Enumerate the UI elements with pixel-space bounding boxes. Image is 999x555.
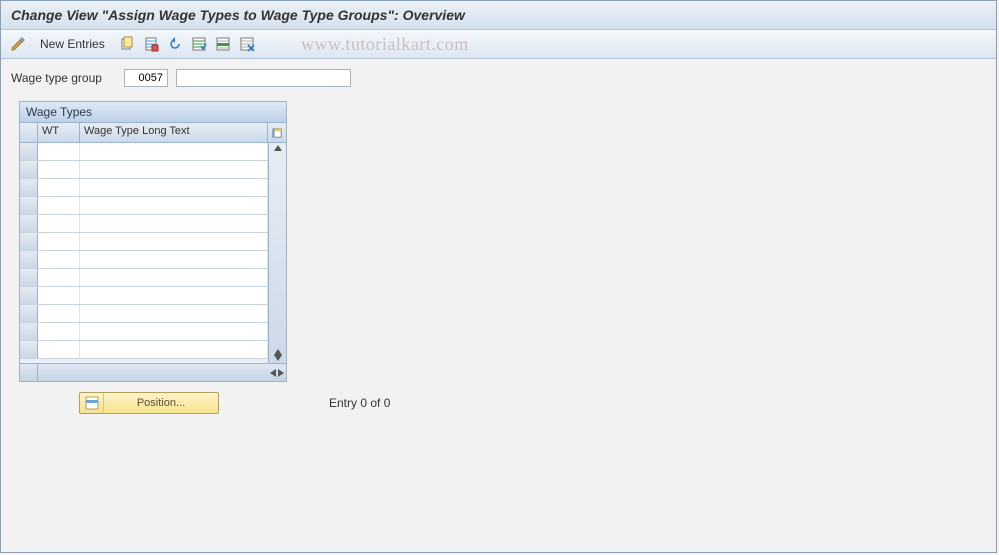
delete-icon[interactable] bbox=[140, 34, 162, 54]
cell-wt[interactable] bbox=[38, 287, 80, 304]
column-header-wt[interactable]: WT bbox=[38, 123, 80, 142]
wage-type-group-description[interactable] bbox=[176, 69, 351, 87]
table-row[interactable] bbox=[20, 215, 268, 233]
cell-wt[interactable] bbox=[38, 197, 80, 214]
cell-long-text[interactable] bbox=[80, 179, 268, 196]
cell-wt[interactable] bbox=[38, 305, 80, 322]
row-selector[interactable] bbox=[20, 305, 38, 322]
scroll-up-icon[interactable] bbox=[274, 145, 282, 151]
row-selector[interactable] bbox=[20, 179, 38, 196]
cell-wt[interactable] bbox=[38, 215, 80, 232]
table-row[interactable] bbox=[20, 143, 268, 161]
cell-long-text[interactable] bbox=[80, 233, 268, 250]
select-block-icon[interactable] bbox=[212, 34, 234, 54]
table-row[interactable] bbox=[20, 233, 268, 251]
table-row[interactable] bbox=[20, 323, 268, 341]
scroll-down-icon[interactable] bbox=[274, 355, 282, 361]
row-selector[interactable] bbox=[20, 197, 38, 214]
select-all-column[interactable] bbox=[20, 123, 38, 142]
position-icon bbox=[80, 393, 104, 413]
cell-long-text[interactable] bbox=[80, 143, 268, 160]
scroll-left-icon[interactable] bbox=[270, 369, 276, 377]
cell-long-text[interactable] bbox=[80, 215, 268, 232]
position-button[interactable]: Position... bbox=[79, 392, 219, 414]
cell-long-text[interactable] bbox=[80, 305, 268, 322]
table-body bbox=[20, 143, 268, 363]
cell-long-text[interactable] bbox=[80, 197, 268, 214]
wage-type-group-code[interactable] bbox=[124, 69, 168, 87]
cell-long-text[interactable] bbox=[80, 341, 268, 358]
cell-wt[interactable] bbox=[38, 161, 80, 178]
toggle-display-change-icon[interactable] bbox=[7, 34, 29, 54]
scroll-right-icon[interactable] bbox=[278, 369, 284, 377]
cell-wt[interactable] bbox=[38, 179, 80, 196]
row-selector[interactable] bbox=[20, 143, 38, 160]
table-row[interactable] bbox=[20, 161, 268, 179]
watermark-text: www.tutorialkart.com bbox=[301, 34, 469, 55]
row-selector[interactable] bbox=[20, 269, 38, 286]
table-row[interactable] bbox=[20, 179, 268, 197]
horizontal-scrollbar[interactable] bbox=[20, 363, 286, 381]
cell-long-text[interactable] bbox=[80, 269, 268, 286]
table-row[interactable] bbox=[20, 197, 268, 215]
copy-as-icon[interactable] bbox=[116, 34, 138, 54]
wage-type-group-label: Wage type group bbox=[11, 71, 116, 85]
cell-long-text[interactable] bbox=[80, 323, 268, 340]
cell-wt[interactable] bbox=[38, 143, 80, 160]
table-row[interactable] bbox=[20, 287, 268, 305]
wage-types-panel: Wage Types WT Wage Type Long Text bbox=[19, 101, 287, 382]
table-row[interactable] bbox=[20, 269, 268, 287]
cell-wt[interactable] bbox=[38, 251, 80, 268]
table-header-row: WT Wage Type Long Text bbox=[20, 123, 286, 143]
select-all-icon[interactable] bbox=[188, 34, 210, 54]
cell-wt[interactable] bbox=[38, 233, 80, 250]
cell-long-text[interactable] bbox=[80, 251, 268, 268]
row-selector[interactable] bbox=[20, 161, 38, 178]
application-toolbar: New Entries www.tutorialkart.com bbox=[1, 30, 996, 59]
footer-row: Position... Entry 0 of 0 bbox=[79, 392, 996, 414]
row-selector[interactable] bbox=[20, 341, 38, 358]
wage-types-panel-title: Wage Types bbox=[20, 102, 286, 123]
column-header-long-text[interactable]: Wage Type Long Text bbox=[80, 123, 268, 142]
deselect-all-icon[interactable] bbox=[236, 34, 258, 54]
row-selector[interactable] bbox=[20, 287, 38, 304]
row-selector[interactable] bbox=[20, 215, 38, 232]
undo-change-icon[interactable] bbox=[164, 34, 186, 54]
cell-long-text[interactable] bbox=[80, 161, 268, 178]
wage-type-group-row: Wage type group bbox=[1, 59, 996, 93]
vertical-scrollbar[interactable] bbox=[268, 143, 286, 363]
cell-wt[interactable] bbox=[38, 341, 80, 358]
table-row[interactable] bbox=[20, 305, 268, 323]
table-settings-icon[interactable] bbox=[268, 123, 286, 142]
row-selector[interactable] bbox=[20, 323, 38, 340]
position-button-label: Position... bbox=[104, 397, 218, 409]
table-row[interactable] bbox=[20, 341, 268, 359]
cell-long-text[interactable] bbox=[80, 287, 268, 304]
new-entries-button[interactable]: New Entries bbox=[31, 34, 114, 54]
row-selector[interactable] bbox=[20, 233, 38, 250]
row-selector[interactable] bbox=[20, 251, 38, 268]
table-row[interactable] bbox=[20, 251, 268, 269]
cell-wt[interactable] bbox=[38, 323, 80, 340]
page-title: Change View "Assign Wage Types to Wage T… bbox=[1, 1, 996, 30]
cell-wt[interactable] bbox=[38, 269, 80, 286]
entry-count-text: Entry 0 of 0 bbox=[329, 396, 390, 410]
sap-window: Change View "Assign Wage Types to Wage T… bbox=[0, 0, 997, 553]
